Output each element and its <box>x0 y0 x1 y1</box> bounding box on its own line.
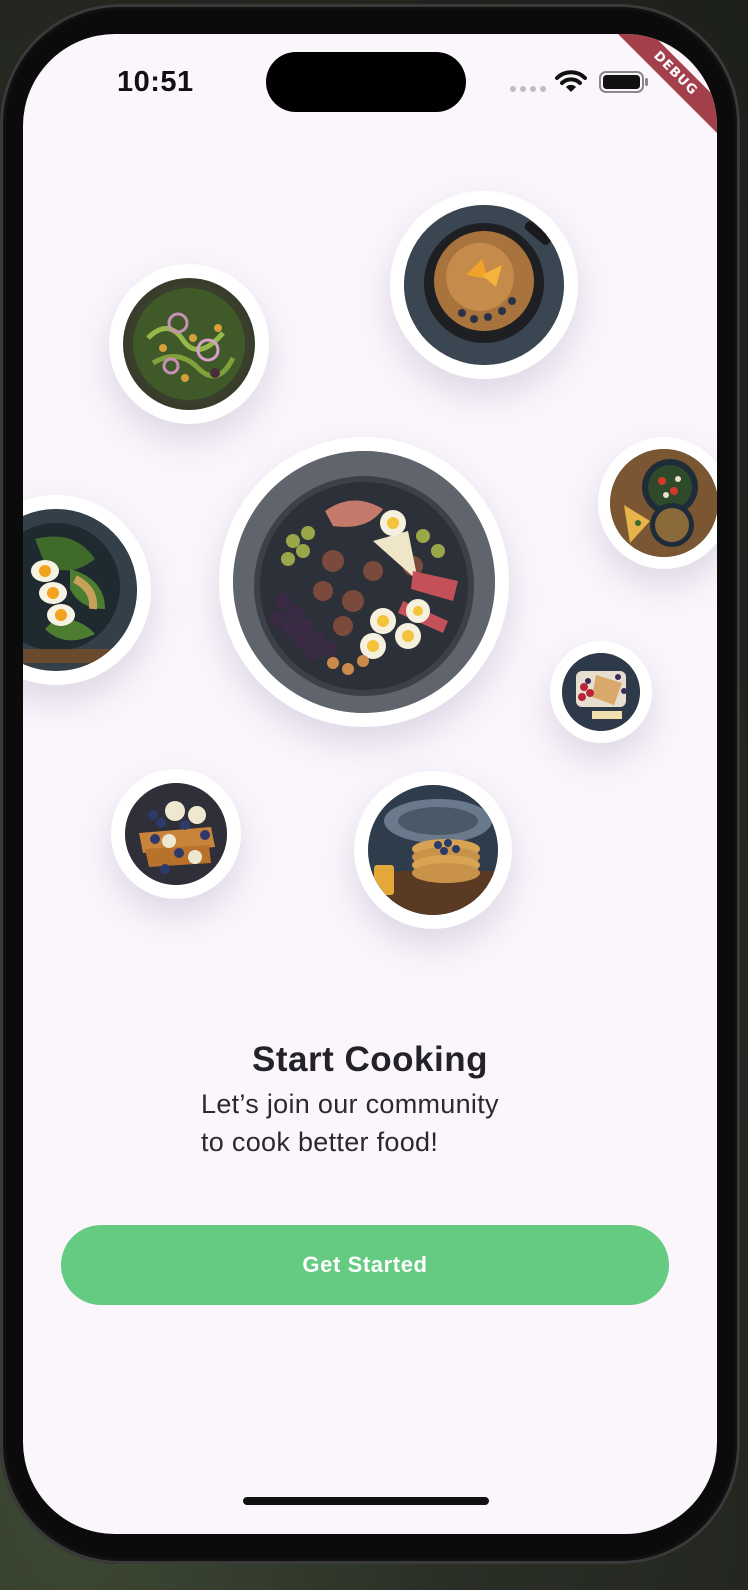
berry-toast-photo <box>562 653 640 731</box>
battery-icon <box>599 71 648 93</box>
pancake-stack-photo <box>368 785 498 915</box>
dish-french-toast <box>111 769 241 899</box>
phone-frame: 10:51 DEBUG Start Cooking Let’s join our… <box>0 4 740 1564</box>
dish-egg-spinach-bowl <box>23 495 151 685</box>
french-toast-berries-photo <box>125 783 227 885</box>
dish-berry-toast <box>550 641 652 743</box>
home-indicator[interactable] <box>243 1497 489 1505</box>
egg-spinach-bowl-photo <box>23 509 137 671</box>
salad-photo <box>123 278 255 410</box>
dish-charcuterie-platter <box>219 437 509 727</box>
onboarding-title: Start Cooking <box>252 1040 488 1079</box>
app-screen: 10:51 DEBUG Start Cooking Let’s join our… <box>23 34 717 1534</box>
status-bar-time: 10:51 <box>117 66 194 98</box>
subtitle-line-2: to cook better food! <box>201 1127 439 1157</box>
dish-pancake-stack <box>354 771 512 929</box>
charcuterie-platter-photo <box>233 451 495 713</box>
get-started-button[interactable]: Get Started <box>61 1225 669 1305</box>
dish-salad <box>109 264 269 424</box>
dynamic-island <box>266 52 466 112</box>
onboarding-subtitle: Let’s join our community to cook better … <box>201 1085 601 1161</box>
pancake-skillet-photo <box>404 205 564 365</box>
signal-dots-icon <box>510 86 546 92</box>
wifi-icon <box>555 70 587 92</box>
tomato-lentil-bowl-photo <box>610 449 717 557</box>
dish-tomato-lentil-bowl <box>598 437 717 569</box>
subtitle-line-1: Let’s join our community <box>201 1089 499 1119</box>
dish-pancake-skillet <box>390 191 578 379</box>
